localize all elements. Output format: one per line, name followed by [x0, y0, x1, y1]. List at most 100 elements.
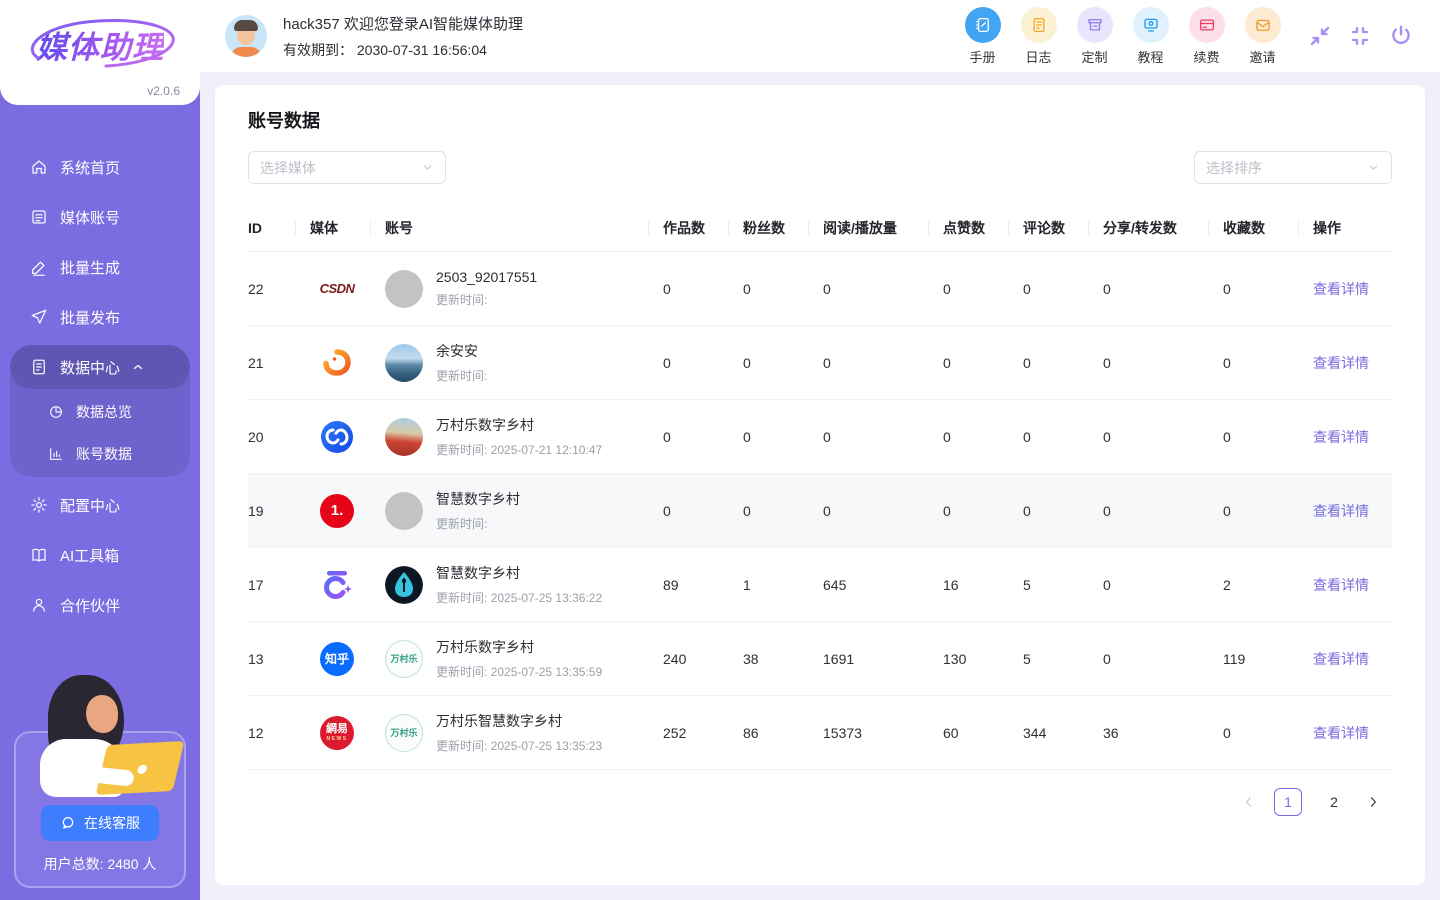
- app-logo: 媒体助理: [36, 30, 164, 65]
- quick-renew[interactable]: 续费: [1185, 7, 1228, 66]
- logo-card: 媒体助理 v2.0.6: [0, 0, 200, 105]
- sidebar-item-label: 系统首页: [60, 157, 120, 178]
- metric-comments: 0: [1023, 429, 1103, 445]
- sidebar-item-media-accounts[interactable]: 媒体账号: [10, 195, 190, 239]
- renew-card-icon: [1189, 7, 1225, 43]
- pen-icon: [30, 258, 48, 276]
- csdn-logo: CSDN: [310, 281, 364, 296]
- account-avatar: [385, 566, 423, 604]
- view-details-link[interactable]: 查看详情: [1313, 651, 1369, 667]
- table-row: 12 網易NEWS 万村乐 万村乐智慧数字乡村 更新时间: 2025-07-25…: [248, 696, 1392, 770]
- metric-views: 0: [823, 281, 943, 297]
- sort-select[interactable]: 选择排序: [1194, 151, 1392, 184]
- metric-works: 0: [663, 355, 743, 371]
- quick-manual[interactable]: 手册: [961, 7, 1004, 66]
- power-icon[interactable]: [1388, 23, 1414, 49]
- metric-likes: 0: [943, 281, 1023, 297]
- bar-chart-icon: [48, 446, 64, 462]
- window-controls: [1308, 23, 1414, 49]
- sidebar-item-home[interactable]: 系统首页: [10, 145, 190, 189]
- user-avatar[interactable]: [225, 15, 267, 57]
- view-details-link[interactable]: 查看详情: [1313, 429, 1369, 445]
- invite-envelope-icon: [1245, 7, 1281, 43]
- quick-invite[interactable]: 邀请: [1241, 7, 1284, 66]
- metric-fans: 86: [743, 725, 823, 741]
- view-details-link[interactable]: 查看详情: [1313, 577, 1369, 593]
- sidebar-item-config-center[interactable]: 配置中心: [10, 483, 190, 527]
- row-id: 22: [248, 281, 310, 297]
- metric-fans: 0: [743, 503, 823, 519]
- metric-comments: 344: [1023, 725, 1103, 741]
- metric-works: 89: [663, 577, 743, 593]
- row-id: 21: [248, 355, 310, 371]
- sidebar-item-label: 数据中心: [60, 357, 120, 378]
- manual-icon: [965, 7, 1001, 43]
- metric-likes: 60: [943, 725, 1023, 741]
- online-service-button[interactable]: 在线客服: [41, 805, 159, 841]
- dayu-logo: [310, 346, 364, 380]
- table-row: 19 1. 智慧数字乡村 更新时间: 0 0 0 0 0 0: [248, 474, 1392, 548]
- metric-favorites: 119: [1223, 651, 1313, 667]
- sidebar-item-data-overview[interactable]: 数据总览: [10, 391, 190, 433]
- sidebar-item-label: 合作伙伴: [60, 595, 120, 616]
- row-id: 20: [248, 429, 310, 445]
- account-name: 万村乐数字乡村: [436, 637, 602, 657]
- partner-icon: [30, 596, 48, 614]
- metric-views: 15373: [823, 725, 943, 741]
- collapse-diagonal-icon[interactable]: [1308, 24, 1332, 48]
- content-area: 账号数据 选择媒体 选择排序: [200, 72, 1440, 900]
- view-details-link[interactable]: 查看详情: [1313, 281, 1369, 297]
- account-updated: 更新时间:: [436, 291, 537, 308]
- quick-custom[interactable]: 定制: [1073, 7, 1116, 66]
- metric-likes: 16: [943, 577, 1023, 593]
- quick-actions: 手册 日志 定制 教程: [961, 7, 1284, 66]
- metric-shares: 0: [1103, 651, 1223, 667]
- sidebar-item-data-center[interactable]: 数据中心: [10, 345, 190, 389]
- row-id: 19: [248, 503, 310, 519]
- sidebar-item-label: 媒体账号: [60, 207, 120, 228]
- metric-shares: 0: [1103, 355, 1223, 371]
- metric-views: 0: [823, 429, 943, 445]
- media-select[interactable]: 选择媒体: [248, 151, 446, 184]
- page-number-2[interactable]: 2: [1320, 788, 1348, 816]
- metric-favorites: 0: [1223, 725, 1313, 741]
- table-row: 22 CSDN 2503_92017551 更新时间: 0 0 0 0 0 0: [248, 252, 1392, 326]
- account-name: 万村乐智慧数字乡村: [436, 711, 602, 731]
- account-updated: 更新时间: 2025-07-25 13:35:59: [436, 663, 602, 680]
- metric-works: 240: [663, 651, 743, 667]
- pagination: 1 2: [248, 788, 1392, 816]
- book-icon: [30, 546, 48, 564]
- send-icon: [30, 308, 48, 326]
- tutorial-icon: [1133, 7, 1169, 43]
- account-data-card: 账号数据 选择媒体 选择排序: [215, 85, 1425, 885]
- prev-page-icon[interactable]: [1242, 795, 1256, 809]
- pie-chart-icon: [48, 404, 64, 420]
- sidebar-item-batch-publish[interactable]: 批量发布: [10, 295, 190, 339]
- sidebar-item-batch-generate[interactable]: 批量生成: [10, 245, 190, 289]
- quick-tutorial[interactable]: 教程: [1129, 7, 1172, 66]
- view-details-link[interactable]: 查看详情: [1313, 355, 1369, 371]
- quick-log[interactable]: 日志: [1017, 7, 1060, 66]
- table-row: 21 余安安 更新时间: 0 0 0 0 0: [248, 326, 1392, 400]
- metric-likes: 0: [943, 429, 1023, 445]
- sidebar-item-ai-toolbox[interactable]: AI工具箱: [10, 533, 190, 577]
- gear-icon: [30, 496, 48, 514]
- account-updated: 更新时间: 2025-07-21 12:10:47: [436, 441, 602, 458]
- filter-bar: 选择媒体 选择排序: [248, 151, 1392, 184]
- sidebar-item-partners[interactable]: 合作伙伴: [10, 583, 190, 627]
- compress-center-icon[interactable]: [1348, 24, 1372, 48]
- metric-likes: 0: [943, 503, 1023, 519]
- next-page-icon[interactable]: [1366, 795, 1380, 809]
- metric-fans: 38: [743, 651, 823, 667]
- metric-works: 0: [663, 429, 743, 445]
- metric-fans: 1: [743, 577, 823, 593]
- sidebar-item-account-data[interactable]: 账号数据: [10, 433, 190, 475]
- account-avatar: [385, 270, 423, 308]
- sidebar-nav: 系统首页 媒体账号 批量生成 批量发布: [0, 105, 200, 633]
- service-panel-area: 在线客服 用户总数: 2480 人: [0, 731, 200, 900]
- media-account-icon: [30, 208, 48, 226]
- view-details-link[interactable]: 查看详情: [1313, 503, 1369, 519]
- view-details-link[interactable]: 查看详情: [1313, 725, 1369, 741]
- page-number-1[interactable]: 1: [1274, 788, 1302, 816]
- metric-views: 0: [823, 503, 943, 519]
